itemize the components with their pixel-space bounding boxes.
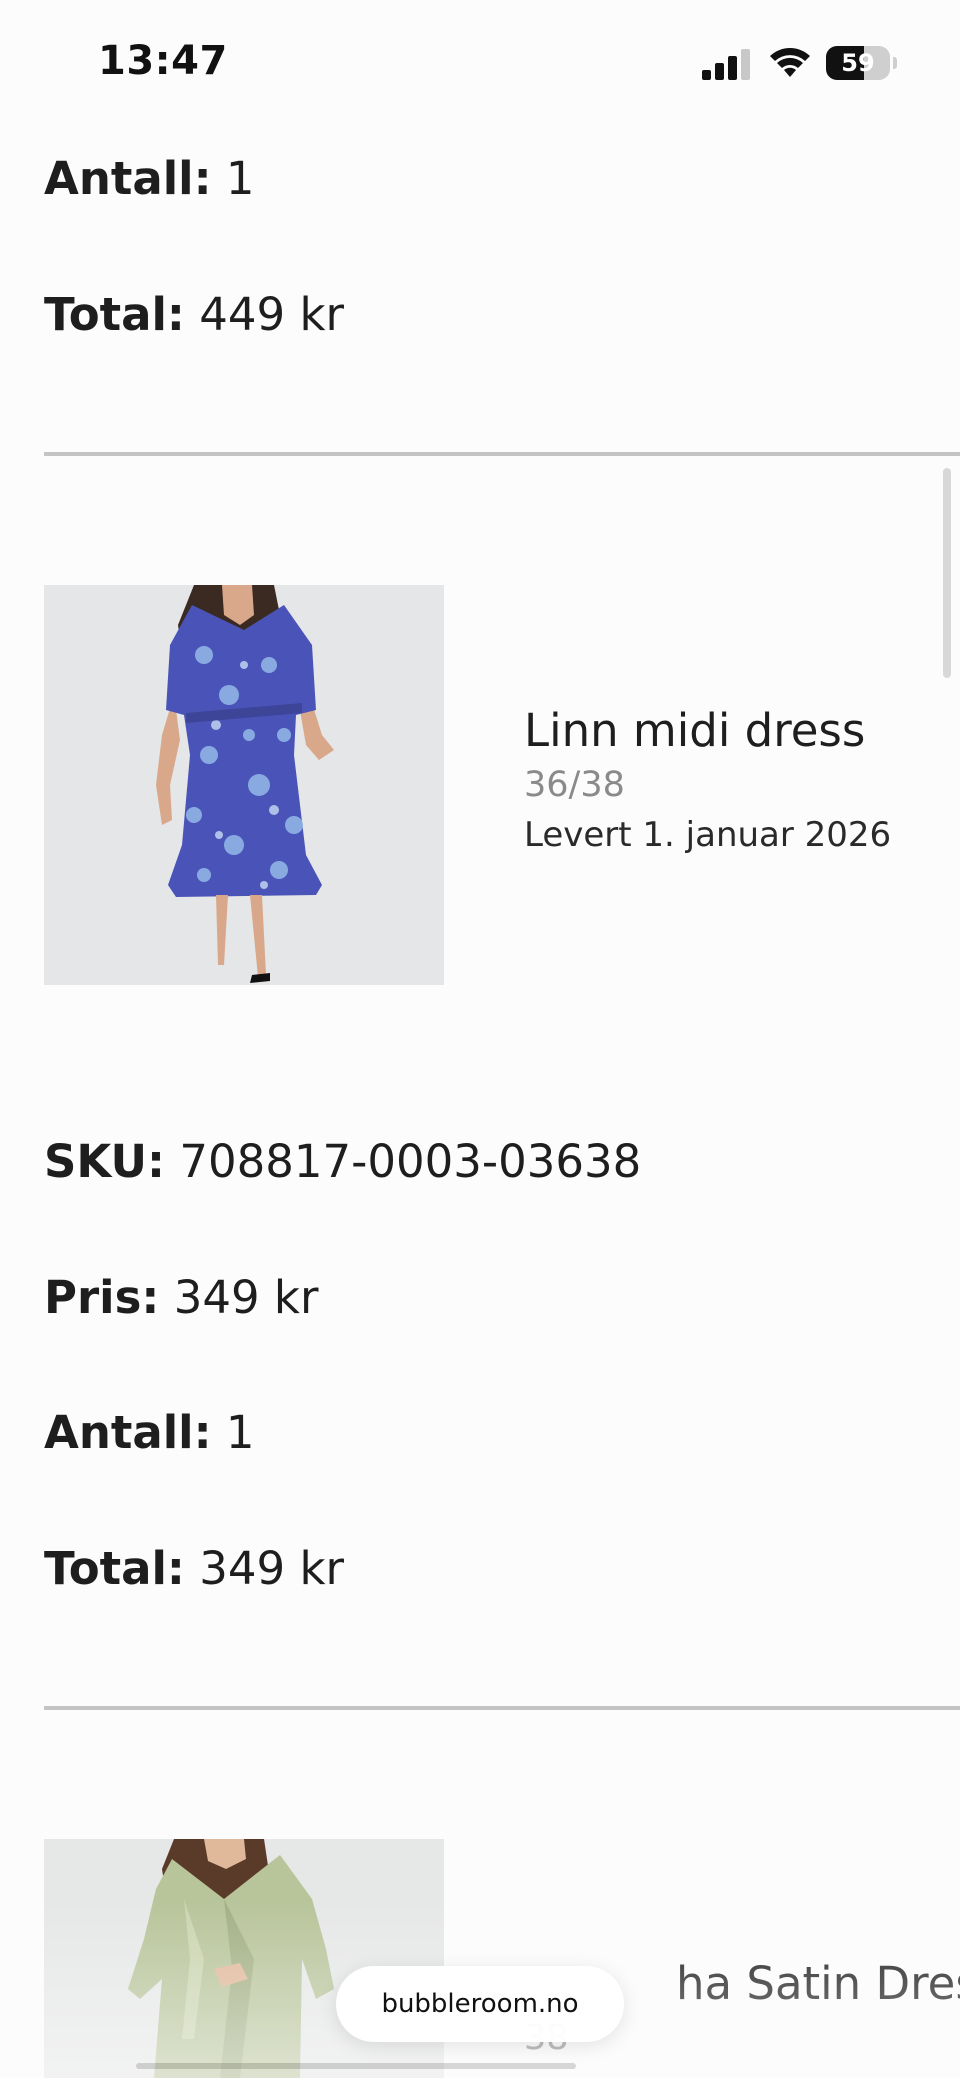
- browser-url-bar[interactable]: bubbleroom.no: [336, 1966, 624, 2042]
- quantity-label: Antall:: [44, 1406, 212, 1459]
- item-divider: [44, 452, 960, 456]
- price-value: 349 kr: [173, 1271, 319, 1324]
- linn-quantity: Antall: 1: [44, 1406, 255, 1459]
- battery-indicator: 59: [826, 46, 897, 80]
- previous-item-total: Total: 449 kr: [44, 288, 344, 341]
- linn-total: Total: 349 kr: [44, 1542, 344, 1595]
- dress-model-image: [44, 585, 444, 985]
- linn-price: Pris: 349 kr: [44, 1271, 318, 1324]
- product-image-linn-midi-dress[interactable]: [44, 585, 444, 985]
- total-value: 449 kr: [199, 288, 345, 341]
- cellular-signal-icon: [702, 49, 750, 80]
- dress-model-image: [44, 1839, 444, 2078]
- delivery-status: Levert 1. januar 2026: [524, 815, 892, 855]
- product-size: 36/38: [524, 765, 625, 805]
- battery-level-label: 59: [841, 49, 875, 77]
- linn-sku: SKU: 708817-0003-03638: [44, 1135, 641, 1188]
- quantity-value: 1: [225, 152, 255, 205]
- home-indicator[interactable]: [136, 2063, 576, 2069]
- product-image-satin-dress[interactable]: [44, 1839, 444, 2078]
- product-name[interactable]: Linn midi dress: [524, 704, 891, 757]
- total-value: 349 kr: [199, 1542, 345, 1595]
- status-time: 13:47: [98, 38, 228, 84]
- total-label: Total:: [44, 288, 185, 341]
- battery-body: 59: [826, 46, 890, 80]
- previous-item-quantity: Antall: 1: [44, 152, 255, 205]
- total-label: Total:: [44, 1542, 185, 1595]
- quantity-value: 1: [225, 1406, 255, 1459]
- sku-label: SKU:: [44, 1135, 166, 1188]
- product-info-linn-midi-dress: Linn midi dress 36/38 Levert 1. januar 2…: [524, 704, 891, 855]
- price-label: Pris:: [44, 1271, 160, 1324]
- item-divider: [44, 1706, 960, 1710]
- scrollbar[interactable]: [943, 468, 951, 678]
- status-bar: 13:47 59: [0, 0, 960, 120]
- wifi-icon: [770, 48, 810, 77]
- sku-value: 708817-0003-03638: [179, 1135, 642, 1188]
- battery-tip: [893, 57, 897, 69]
- quantity-label: Antall:: [44, 152, 212, 205]
